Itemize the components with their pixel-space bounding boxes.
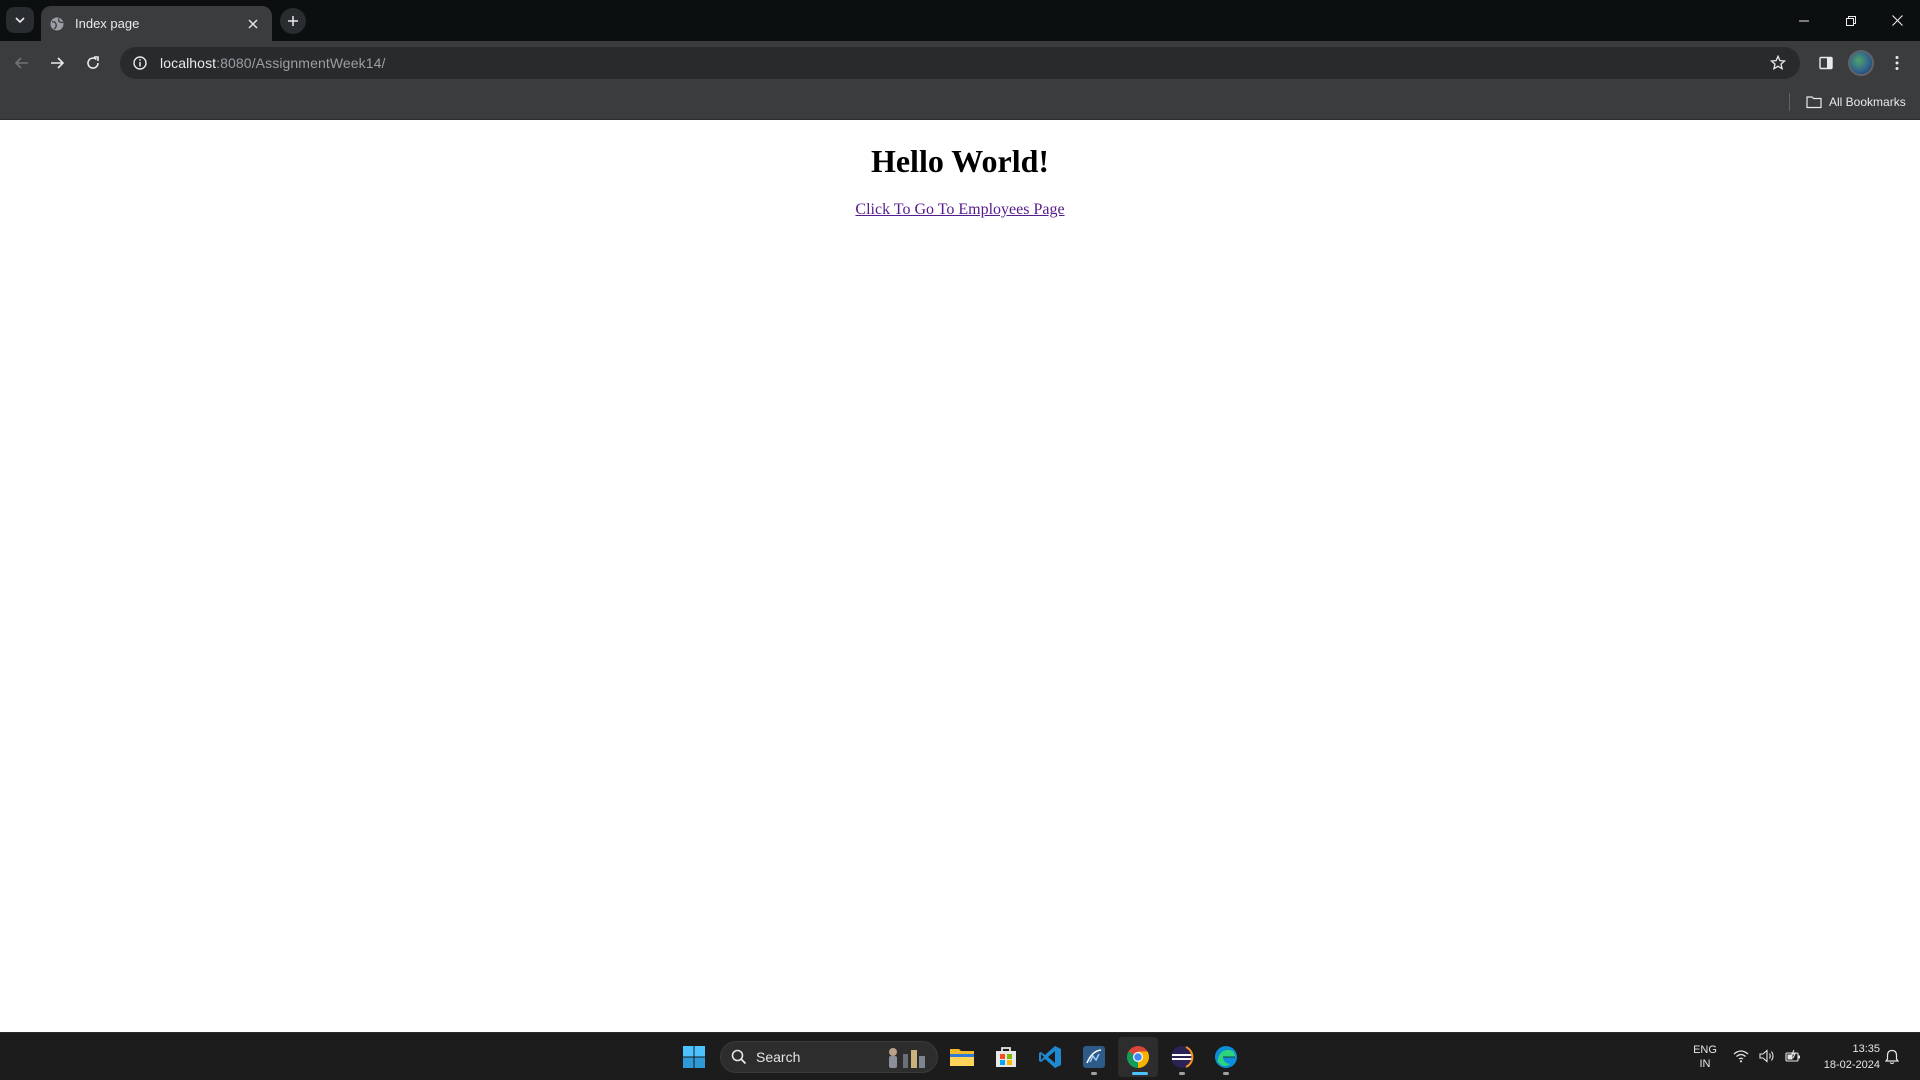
file-explorer-icon — [950, 1049, 974, 1066]
active-indicator — [1132, 1072, 1148, 1075]
page-heading: Hello World! — [870, 143, 1050, 179]
close-icon — [1891, 15, 1903, 26]
chevron-down-icon — [15, 17, 25, 24]
chrome-icon — [1127, 1046, 1149, 1068]
arrow-right-icon — [51, 57, 65, 69]
restore-icon — [1846, 15, 1856, 26]
taskbar-app-file-explorer[interactable] — [942, 1037, 982, 1077]
globe-icon — [49, 16, 65, 32]
all-bookmarks-label: All Bookmarks — [1829, 95, 1906, 109]
new-tab-button[interactable] — [280, 8, 306, 34]
star-icon[interactable] — [1768, 53, 1788, 73]
system-tray[interactable] — [1732, 1047, 1802, 1065]
tab-search-button[interactable] — [6, 7, 34, 33]
region-code: IN — [1699, 1058, 1711, 1070]
clock-time: 13:35 — [1852, 1043, 1880, 1055]
employees-page-link[interactable]: Click To Go To Employees Page — [855, 201, 1064, 218]
taskbar-app-eclipse[interactable] — [1162, 1037, 1202, 1077]
notification-button[interactable] — [1883, 1048, 1901, 1066]
volume-icon[interactable] — [1758, 1047, 1776, 1065]
profile-avatar — [1848, 50, 1874, 76]
tab-index-page[interactable]: Index page — [41, 6, 272, 41]
bell-icon — [1885, 1049, 1899, 1065]
link-container: Click To Go To Employees Page — [0, 201, 1920, 219]
bookmarks-bar: All Bookmarks — [0, 84, 1920, 120]
eclipse-icon — [1171, 1046, 1194, 1068]
plus-icon — [288, 16, 298, 26]
taskbar-app-edge[interactable] — [1206, 1037, 1246, 1077]
side-panel-button[interactable] — [1810, 47, 1842, 79]
language-code: ENG — [1693, 1044, 1717, 1056]
running-indicator — [1223, 1072, 1229, 1075]
arrow-left-icon — [14, 57, 28, 69]
profile-button[interactable] — [1845, 47, 1877, 79]
url-text: localhost:8080/AssignmentWeek14/ — [160, 55, 386, 71]
minimize-button[interactable] — [1781, 0, 1827, 41]
forward-button[interactable] — [41, 47, 73, 79]
mysql-workbench-icon — [1083, 1046, 1105, 1068]
reload-button[interactable] — [77, 47, 109, 79]
window-close-button[interactable] — [1874, 0, 1920, 41]
all-bookmarks-button[interactable]: All Bookmarks — [1806, 92, 1906, 112]
tab-title: Index page — [75, 16, 140, 31]
taskbar-search[interactable]: Search — [720, 1041, 938, 1073]
taskbar-clock[interactable]: 13:35 18-02-2024 — [1810, 1041, 1880, 1073]
folder-icon — [1806, 96, 1822, 109]
wifi-icon[interactable] — [1732, 1047, 1750, 1065]
search-highlight-illustration — [889, 1048, 925, 1068]
taskbar-app-store[interactable] — [986, 1037, 1026, 1077]
search-icon — [731, 1049, 747, 1065]
close-icon[interactable] — [244, 15, 262, 33]
battery-icon[interactable] — [1784, 1047, 1802, 1065]
running-indicator — [1179, 1072, 1185, 1075]
language-indicator[interactable]: ENG IN — [1690, 1043, 1720, 1071]
taskbar-app-mysql-workbench[interactable] — [1074, 1037, 1114, 1077]
clock-date: 18-02-2024 — [1823, 1059, 1880, 1071]
url-host: localhost — [160, 55, 217, 71]
vscode-icon — [1039, 1046, 1061, 1068]
back-button[interactable] — [6, 47, 38, 79]
side-panel-icon — [1819, 56, 1833, 70]
restore-button[interactable] — [1828, 0, 1874, 41]
microsoft-store-icon — [996, 1047, 1016, 1067]
info-icon[interactable] — [130, 53, 150, 73]
edge-icon — [1215, 1046, 1237, 1068]
menu-kebab-icon — [1895, 56, 1899, 70]
url-path: :8080/AssignmentWeek14/ — [216, 55, 386, 71]
menu-button[interactable] — [1881, 47, 1913, 79]
taskbar: Search ENG IN 13:35 18-02-2024 — [0, 1032, 1920, 1080]
address-bar[interactable]: localhost:8080/AssignmentWeek14/ — [120, 47, 1800, 79]
tab-strip: Index page — [0, 0, 1920, 41]
search-label: Search — [756, 1049, 801, 1065]
running-indicator — [1091, 1072, 1097, 1075]
windows-start-icon — [683, 1046, 705, 1068]
minimize-icon — [1799, 20, 1809, 21]
page-content: Hello World! Click To Go To Employees Pa… — [0, 120, 1920, 1032]
start-button[interactable] — [674, 1037, 714, 1077]
reload-icon — [87, 56, 99, 69]
browser-toolbar: localhost:8080/AssignmentWeek14/ — [0, 41, 1920, 84]
taskbar-app-chrome[interactable] — [1118, 1037, 1158, 1077]
bookmarks-separator — [1789, 93, 1790, 111]
taskbar-app-vscode[interactable] — [1030, 1037, 1070, 1077]
